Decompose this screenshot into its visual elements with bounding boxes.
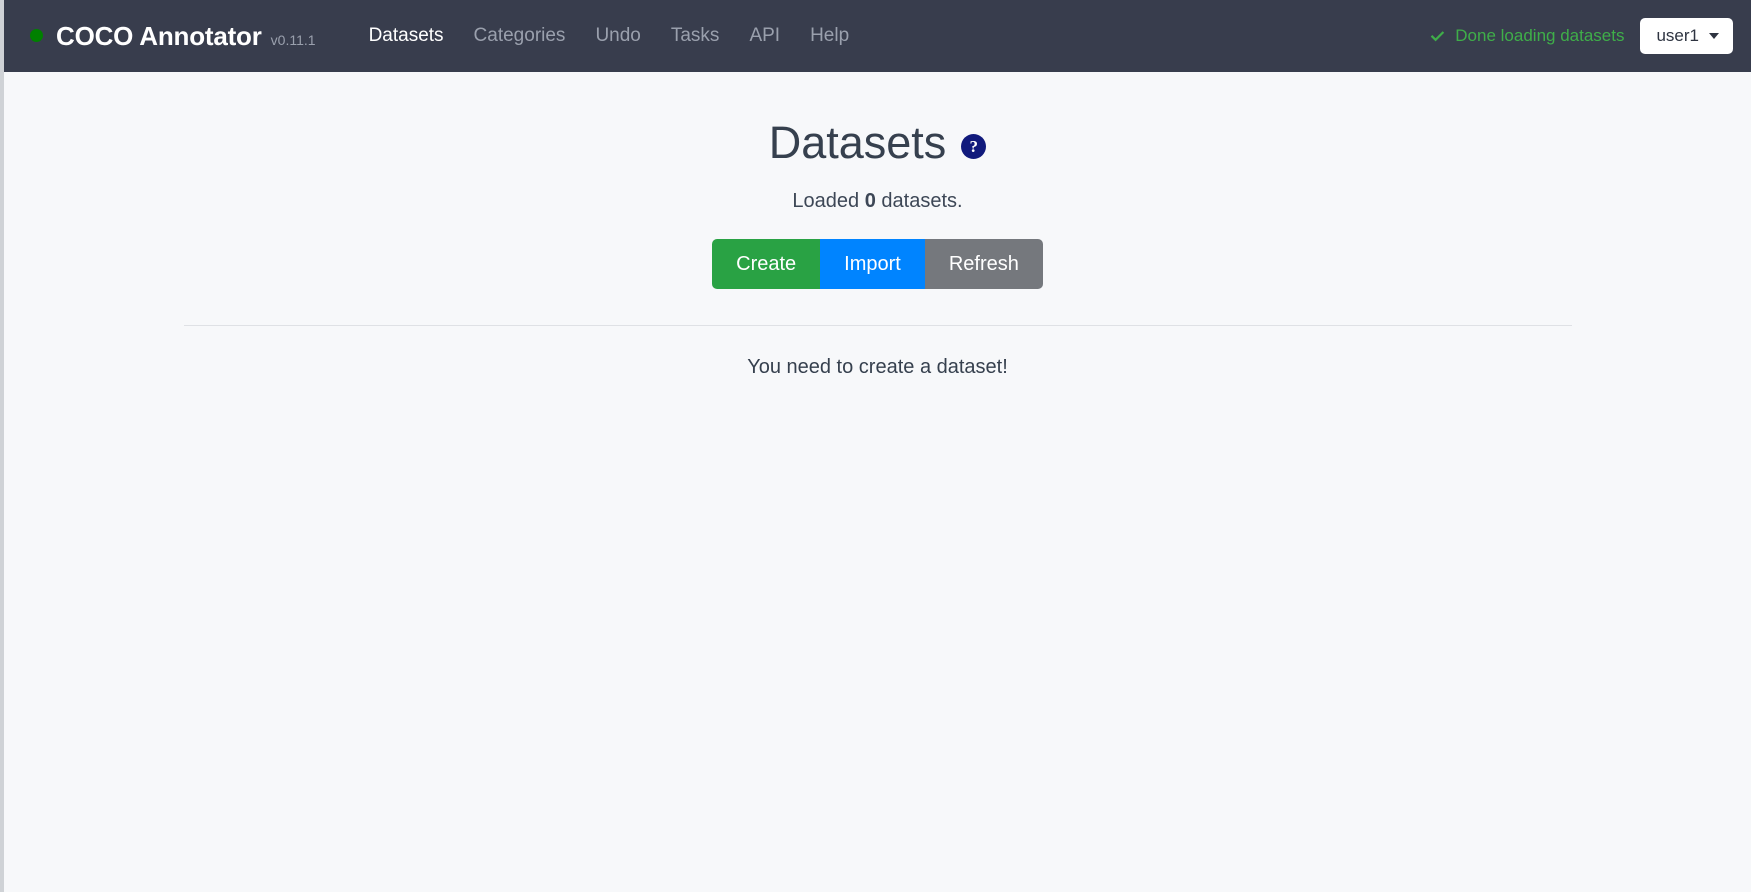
refresh-button[interactable]: Refresh bbox=[924, 238, 1043, 289]
empty-state-message: You need to create a dataset! bbox=[747, 355, 1008, 378]
nav-links: Datasets Categories Undo Tasks API Help bbox=[354, 25, 865, 47]
nav-item-tasks[interactable]: Tasks bbox=[656, 25, 735, 47]
user-menu-label: user1 bbox=[1656, 26, 1699, 45]
online-dot bbox=[30, 28, 43, 42]
page-title: Datasets bbox=[768, 117, 947, 168]
loading-status: Done loading datasets bbox=[1429, 26, 1624, 46]
dataset-actions: Create Import Refresh bbox=[712, 238, 1043, 289]
brand[interactable]: COCO Annotator v0.11.1 bbox=[30, 21, 316, 52]
loading-status-text: Done loading datasets bbox=[1455, 26, 1625, 45]
chevron-down-icon bbox=[1709, 33, 1719, 39]
nav-item-api[interactable]: API bbox=[734, 25, 795, 47]
dataset-count-prefix: Loaded bbox=[792, 189, 865, 212]
section-divider bbox=[183, 324, 1572, 326]
create-button[interactable]: Create bbox=[712, 238, 821, 289]
user-menu-button[interactable]: user1 bbox=[1640, 18, 1733, 54]
page-title-row: Datasets ? bbox=[4, 118, 1751, 168]
nav-item-undo[interactable]: Undo bbox=[580, 25, 655, 47]
top-navbar: COCO Annotator v0.11.1 Datasets Categori… bbox=[4, 0, 1751, 72]
brand-version: v0.11.1 bbox=[270, 31, 316, 48]
dataset-count-label: Loaded 0 datasets. bbox=[4, 190, 1751, 213]
brand-title: COCO Annotator bbox=[56, 20, 262, 51]
page-content: Datasets ? Loaded 0 datasets. Create Imp… bbox=[4, 72, 1751, 379]
nav-item-categories[interactable]: Categories bbox=[459, 25, 581, 47]
check-icon bbox=[1429, 28, 1446, 45]
navbar-right: Done loading datasets user1 bbox=[1429, 18, 1733, 54]
dataset-count-value: 0 bbox=[864, 189, 876, 212]
dataset-count-suffix: datasets. bbox=[875, 189, 963, 212]
nav-item-datasets[interactable]: Datasets bbox=[354, 25, 459, 47]
nav-item-help[interactable]: Help bbox=[795, 25, 864, 47]
question-mark-icon[interactable]: ? bbox=[961, 134, 987, 160]
import-button[interactable]: Import bbox=[820, 238, 925, 289]
